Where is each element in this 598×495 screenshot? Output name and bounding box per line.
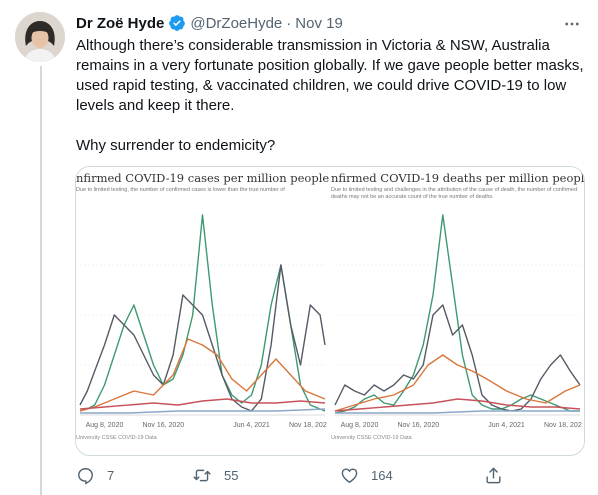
x-tick-label: Nov 16, 2020: [142, 422, 184, 429]
retweet-button[interactable]: 55: [192, 460, 238, 490]
tweet-paragraph-2: Why surrender to endemicity?: [76, 137, 276, 154]
avatar[interactable]: [15, 12, 65, 62]
x-tick-label: Jun 4, 2021: [488, 422, 525, 429]
chart-cases-svg: Aug 8, 2020 Nov 16, 2020 Jun 4, 2021 Nov 18…: [79, 214, 327, 429]
share-icon: [486, 467, 501, 483]
author-handle[interactable]: @DrZoeHyde: [190, 15, 282, 32]
x-tick-label: Nov 18, 202: [289, 422, 327, 429]
like-count: 164: [371, 467, 393, 483]
tweet-paragraph-1: Although there’s considerable transmissi…: [76, 37, 584, 114]
x-tick-label: Nov 16, 2020: [397, 422, 439, 429]
series-line-3: [334, 398, 581, 412]
separator-dot: ·: [286, 14, 292, 32]
retweet-count: 55: [224, 467, 239, 483]
like-button[interactable]: 164: [340, 460, 393, 490]
chart-source: University CSSE COVID-19 Data: [331, 435, 412, 441]
x-tick-label: Aug 8, 2020: [86, 422, 124, 429]
thread-line: [40, 66, 42, 495]
reply-button[interactable]: 7: [76, 460, 114, 490]
media-attachment[interactable]: nfirmed COVID-19 cases per million peopl…: [75, 166, 585, 456]
series-line-2: [334, 354, 581, 412]
retweet-icon: [193, 469, 211, 481]
x-tick-label: Nov 18, 202: [544, 422, 582, 429]
tweet-text: Although there’s considerable transmissi…: [76, 36, 588, 156]
series-line-3: [79, 398, 326, 410]
series-line-2: [79, 338, 326, 412]
verified-badge-icon: [168, 14, 186, 32]
x-tick-label: Jun 4, 2021: [233, 422, 270, 429]
action-bar: 7 55 164: [76, 460, 516, 490]
chart-panel-cases[interactable]: nfirmed COVID-19 cases per million peopl…: [76, 167, 329, 455]
more-options-icon[interactable]: [560, 12, 584, 36]
series-line-0: [334, 214, 580, 414]
x-tick-label: Aug 8, 2020: [341, 422, 379, 429]
like-icon: [341, 467, 358, 483]
reply-icon: [78, 467, 93, 485]
series-line-4: [335, 410, 580, 414]
reply-count: 7: [107, 467, 115, 483]
chart-panel-deaths[interactable]: nfirmed COVID-19 deaths per million peop…: [329, 167, 584, 455]
tweet-header: Dr Zoë Hyde @DrZoeHyde · Nov 19: [76, 12, 343, 34]
avatar-image: [15, 12, 65, 62]
series-line-4: [80, 408, 326, 414]
chart-source: University CSSE COVID-19 Data: [76, 435, 157, 441]
share-button[interactable]: [484, 460, 515, 490]
series-line-1: [79, 264, 326, 412]
chart-deaths-svg: Aug 8, 2020 Nov 16, 2020 Jun 4, 2021 Nov 18…: [334, 214, 582, 429]
tweet-timestamp[interactable]: Nov 19: [295, 15, 343, 32]
author-name[interactable]: Dr Zoë Hyde: [76, 15, 164, 32]
